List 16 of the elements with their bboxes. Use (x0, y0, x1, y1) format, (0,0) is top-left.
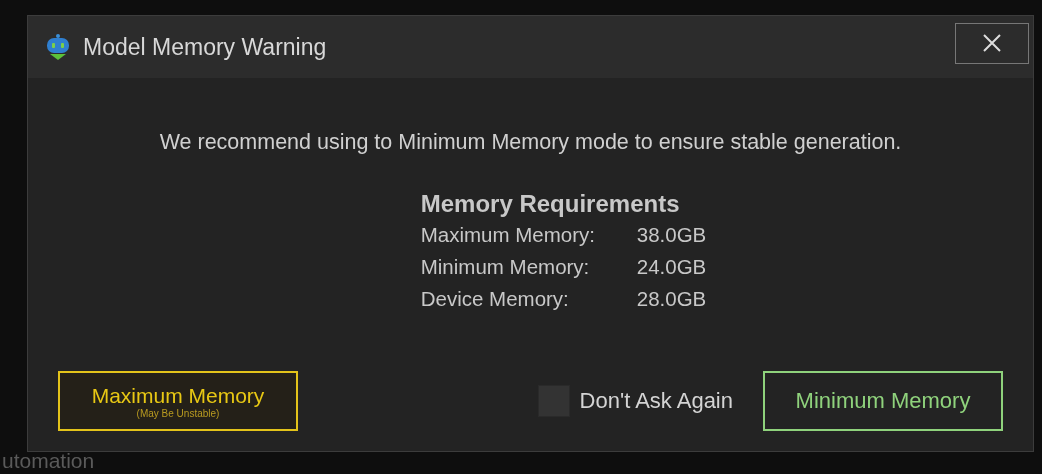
requirements-heading: Memory Requirements (420, 189, 681, 219)
minimum-memory-button[interactable]: Minimum Memory (763, 371, 1003, 431)
warning-message: We recommend using to Minimum Memory mode to ensure stable generation. (159, 130, 902, 155)
window-title: Model Memory Warning (83, 33, 328, 61)
requirement-label: Minimum Memory: (420, 254, 591, 280)
maximum-memory-button[interactable]: Maximum Memory (May Be Unstable) (58, 371, 298, 431)
requirement-label: Device Memory: (420, 286, 570, 312)
robot-icon (45, 33, 71, 61)
checkbox-label[interactable]: Don't Ask Again (579, 388, 733, 414)
requirement-label: Maximum Memory: (420, 222, 596, 248)
background-label: utomation (2, 449, 95, 473)
requirement-value: 28.0GB (636, 286, 707, 312)
close-icon (982, 33, 1002, 53)
close-button[interactable] (955, 22, 1029, 64)
requirement-value: 24.0GB (636, 254, 707, 280)
requirement-value: 38.0GB (636, 222, 707, 248)
